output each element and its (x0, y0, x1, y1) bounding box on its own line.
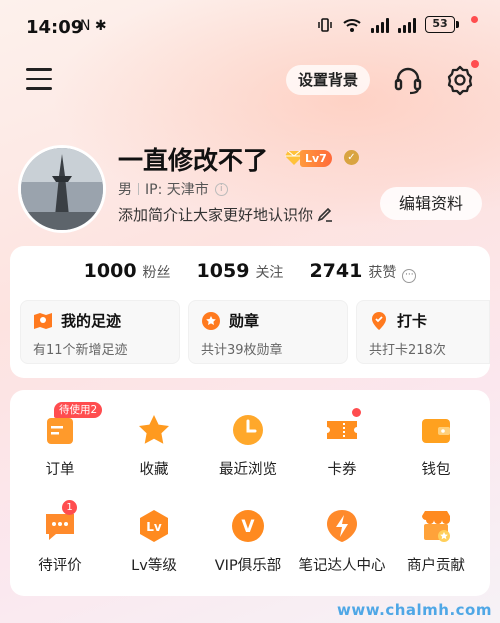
status-alert-dot (471, 16, 478, 23)
info-icon[interactable]: i (214, 182, 228, 196)
stat-followers[interactable]: 1000 粉丝 (84, 260, 171, 283)
avatar[interactable] (18, 145, 106, 233)
medal-icon (202, 312, 220, 330)
func-merchant-contribution[interactable]: 商户贡献 (388, 508, 484, 598)
review-count-badge: 1 (62, 500, 77, 515)
func-vip-club[interactable]: V VIP俱乐部 (200, 508, 296, 598)
watermark: www.chalmh.com (337, 601, 492, 619)
coupon-icon (327, 421, 357, 439)
func-coupons[interactable]: 卡券 (294, 408, 390, 502)
func-label: 商户贡献 (407, 558, 465, 574)
signal-icon-1 (371, 17, 389, 33)
pending-use-badge: 待使用2 (54, 402, 103, 418)
stat-following[interactable]: 1059 关注 (197, 260, 284, 283)
user-meta: 男 IP: 天津市 i (118, 179, 228, 199)
meta-divider (138, 183, 139, 195)
status-right-icons: 53 (317, 16, 478, 33)
top-bar: 设置背景 (0, 56, 500, 106)
gear-icon[interactable] (444, 64, 476, 96)
func-recent[interactable]: 最近浏览 (200, 412, 296, 502)
shop-icon (422, 511, 450, 542)
quick-card-title: 我的足迹 (61, 312, 122, 330)
func-orders[interactable]: 待使用2 订单 (12, 402, 108, 502)
bio-text: 添加简介让大家更好地认识你 (118, 206, 314, 224)
status-time: 14:09 (26, 17, 84, 38)
vip-icon: V (232, 510, 264, 542)
status-bar: 14:09 N ✱ 53 (0, 0, 500, 54)
ip-location: IP: 天津市 (145, 182, 209, 198)
func-label: 订单 (45, 462, 75, 478)
func-pending-review[interactable]: 1 待评价 (12, 500, 108, 598)
wallet-icon (422, 419, 450, 443)
set-background-button[interactable]: 设置背景 (286, 65, 371, 95)
stat-count: 1000 (83, 260, 137, 282)
stat-label: 关注 (255, 265, 284, 281)
func-label: 收藏 (139, 462, 169, 478)
function-grid: 待使用2 订单 收藏 最近浏览 卡券 钱包 1 待评价 Lv Lv等级 V VI… (10, 390, 490, 596)
func-note-expert[interactable]: 笔记达人中心 (294, 508, 390, 598)
func-label: 最近浏览 (219, 462, 277, 478)
stat-count: 1059 (196, 260, 250, 282)
star-icon (139, 415, 169, 444)
quick-card-subtitle: 有11个新增足迹 (33, 343, 128, 358)
status-notification-icons: N ✱ (80, 18, 107, 34)
quick-card-subtitle: 共计39枚勋章 (201, 343, 283, 358)
more-icon[interactable]: ··· (402, 269, 417, 283)
settings-notification-dot (471, 60, 479, 68)
headset-icon[interactable] (392, 64, 424, 96)
wifi-icon (343, 18, 361, 32)
edit-profile-button[interactable]: 编辑资料 (380, 187, 482, 220)
verified-badge: ✓ (344, 150, 359, 165)
signal-icon-2 (398, 17, 416, 33)
func-label: 待评价 (38, 558, 82, 574)
func-label: 钱包 (421, 462, 451, 478)
level-icon: Lv (140, 510, 168, 542)
level-badge[interactable]: Lv7 (300, 150, 332, 167)
battery-icon: 53 (425, 16, 459, 33)
level-icon-glyph: Lv (146, 520, 162, 534)
stats-row: 1000 粉丝 1059 关注 2741 获赞 ··· (10, 260, 490, 283)
location-icon (372, 312, 386, 330)
gender-label: 男 (118, 182, 132, 198)
func-wallet[interactable]: 钱包 (388, 412, 484, 502)
pencil-icon (317, 207, 333, 222)
quick-card-medals[interactable]: 勋章 共计39枚勋章 (188, 300, 348, 364)
avatar-image (21, 148, 103, 230)
vip-icon-glyph: V (241, 517, 255, 537)
stats-card: 1000 粉丝 1059 关注 2741 获赞 ··· 我的足迹 有11个新增足… (10, 246, 490, 378)
lightning-icon (327, 510, 357, 542)
quick-card-footprints[interactable]: 我的足迹 有11个新增足迹 (20, 300, 180, 364)
battery-level: 53 (425, 16, 455, 33)
nickname: 一直修改不了 (118, 146, 269, 175)
stat-count: 2741 (309, 260, 363, 282)
coupon-notification-dot (352, 408, 361, 417)
func-favorites[interactable]: 收藏 (106, 412, 202, 502)
stat-label: 粉丝 (142, 265, 171, 281)
quick-card-subtitle: 共打卡218次 (369, 343, 446, 358)
func-label: VIP俱乐部 (214, 558, 282, 574)
stat-likes[interactable]: 2741 获赞 ··· (309, 260, 417, 283)
func-label: 卡券 (327, 462, 357, 478)
clock-icon (233, 415, 263, 445)
quick-card-title: 勋章 (229, 312, 260, 330)
quick-card-checkin[interactable]: 打卡 共打卡218次 (356, 300, 490, 364)
func-label: 笔记达人中心 (298, 558, 386, 574)
quick-card-title: 打卡 (397, 312, 428, 330)
vibrate-icon (318, 17, 332, 32)
func-label: Lv等级 (131, 558, 177, 574)
menu-icon[interactable] (26, 68, 52, 92)
func-level[interactable]: Lv Lv等级 (106, 508, 202, 598)
stat-label: 获赞 (368, 265, 397, 281)
map-pin-icon (34, 313, 52, 329)
bio[interactable]: 添加简介让大家更好地认识你 (118, 204, 333, 225)
